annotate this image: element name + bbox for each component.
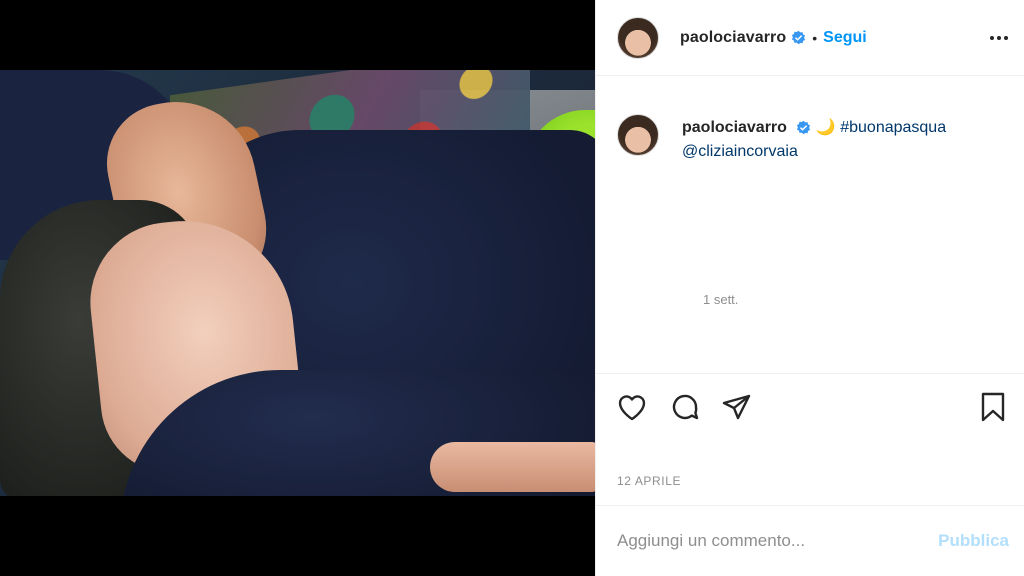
bookmark-icon[interactable] [976, 390, 1010, 424]
caption-author-avatar[interactable] [617, 114, 659, 156]
post-date[interactable]: 12 APRILE [617, 474, 681, 488]
post-actions-bar [596, 373, 1024, 437]
share-icon[interactable] [720, 390, 754, 424]
post-header: paolociavarro • Segui [596, 0, 1024, 76]
crescent-moon-emoji: 🌙 [815, 119, 836, 136]
verified-badge-icon [796, 120, 811, 135]
author-avatar[interactable] [617, 16, 659, 59]
comment-icon[interactable] [668, 390, 702, 424]
comment-bar: Pubblica [596, 505, 1024, 576]
mention-link[interactable]: @cliziaincorvaia [682, 143, 798, 160]
caption-time-ago[interactable]: 1 sett. [703, 292, 738, 307]
publish-button[interactable]: Pubblica [938, 531, 1009, 551]
comment-input[interactable] [617, 528, 917, 554]
follow-button[interactable]: Segui [823, 29, 867, 47]
heart-icon[interactable] [615, 390, 649, 424]
verified-badge-icon [791, 30, 806, 45]
caption-username[interactable]: paolociavarro [682, 119, 787, 136]
caption-text: paolociavarro 🌙 #buonapasqua @cliziainco… [682, 116, 1022, 164]
author-username[interactable]: paolociavarro [680, 29, 786, 47]
photo-hand [430, 442, 595, 492]
post-media-pane [0, 0, 595, 576]
more-options-icon[interactable] [987, 26, 1011, 50]
separator-dot: • [812, 29, 818, 46]
post-side-panel: paolociavarro • Segui paolociavarro 🌙 #b… [595, 0, 1024, 576]
post-photo[interactable] [0, 70, 595, 496]
hashtag-link[interactable]: #buonapasqua [840, 119, 946, 136]
